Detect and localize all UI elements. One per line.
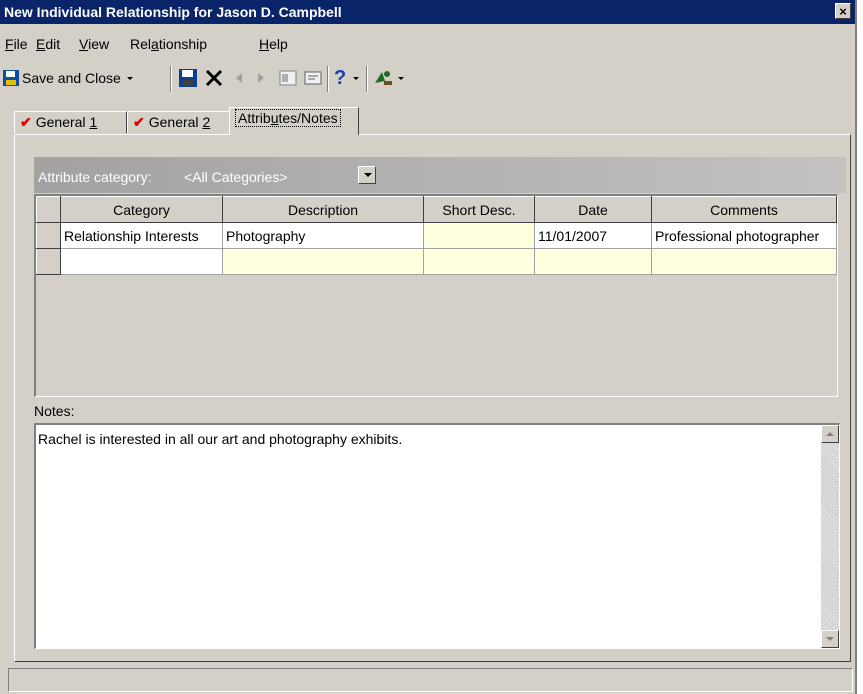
table-row bbox=[36, 248, 837, 275]
arrow-right-icon bbox=[258, 73, 264, 83]
grid-corner bbox=[36, 196, 61, 223]
attribute-category-dropdown[interactable] bbox=[358, 166, 376, 184]
toolbar-separator bbox=[170, 66, 172, 92]
card-button[interactable] bbox=[303, 66, 323, 90]
cell-date[interactable]: 11/01/2007 bbox=[534, 222, 652, 249]
close-button[interactable]: × bbox=[835, 3, 851, 19]
card-icon bbox=[304, 71, 322, 85]
attributes-grid: Category Description Short Desc. Date Co… bbox=[34, 194, 838, 397]
scroll-up-button[interactable] bbox=[821, 425, 839, 443]
previous-button[interactable] bbox=[232, 66, 246, 90]
status-bar bbox=[8, 668, 853, 692]
attribute-category-bar: Attribute category: <All Categories> bbox=[34, 157, 846, 193]
notes-label: Notes: bbox=[34, 403, 75, 419]
next-button[interactable] bbox=[254, 66, 268, 90]
cell-category[interactable]: Relationship Interests bbox=[60, 222, 223, 249]
title-bar: New Individual Relationship for Jason D.… bbox=[0, 0, 855, 24]
scroll-down-button[interactable] bbox=[821, 630, 839, 648]
save-button[interactable] bbox=[178, 66, 198, 90]
cell-description[interactable] bbox=[222, 248, 424, 275]
notes-scrollbar[interactable] bbox=[821, 425, 839, 648]
required-check-icon: ✔ bbox=[133, 114, 145, 130]
toolbar: Save and Close ? bbox=[0, 62, 855, 94]
save-close-icon bbox=[3, 70, 19, 86]
column-header-date[interactable]: Date bbox=[534, 196, 652, 223]
required-check-icon: ✔ bbox=[20, 114, 32, 130]
column-header-category[interactable]: Category bbox=[60, 196, 223, 223]
cell-short-desc[interactable] bbox=[423, 248, 535, 275]
save-icon bbox=[179, 69, 197, 87]
delete-button[interactable] bbox=[204, 66, 224, 90]
save-and-close-label: Save and Close bbox=[22, 70, 121, 86]
menu-relationship[interactable]: Relationship bbox=[130, 36, 207, 52]
help-icon: ? bbox=[334, 66, 347, 89]
help-button[interactable]: ? bbox=[334, 66, 361, 90]
cell-comments[interactable]: Professional photographer bbox=[651, 222, 837, 249]
column-header-description[interactable]: Description bbox=[222, 196, 424, 223]
properties-button[interactable] bbox=[278, 66, 298, 90]
menu-help[interactable]: Help bbox=[259, 36, 288, 52]
chevron-down-icon[interactable] bbox=[351, 73, 361, 83]
cell-comments[interactable] bbox=[651, 248, 837, 275]
tab-general-1[interactable]: ✔ General 1 bbox=[14, 111, 127, 133]
delete-icon bbox=[205, 69, 223, 87]
row-selector[interactable] bbox=[36, 222, 61, 249]
notes-text: Rachel is interested in all our art and … bbox=[38, 431, 403, 447]
menu-file[interactable]: File bbox=[5, 36, 28, 52]
column-header-comments[interactable]: Comments bbox=[651, 196, 837, 223]
attribute-category-label: Attribute category: bbox=[38, 169, 152, 185]
cell-description[interactable]: Photography bbox=[222, 222, 424, 249]
cell-short-desc[interactable] bbox=[423, 222, 535, 249]
wizard-button[interactable] bbox=[372, 66, 406, 90]
toolbar-separator bbox=[327, 66, 329, 92]
menu-edit[interactable]: Edit bbox=[36, 36, 60, 52]
column-header-short-desc[interactable]: Short Desc. bbox=[423, 196, 535, 223]
chevron-down-icon[interactable] bbox=[396, 73, 406, 83]
row-selector[interactable] bbox=[36, 248, 61, 275]
cell-category[interactable] bbox=[60, 248, 223, 275]
table-row: Relationship Interests Photography 11/01… bbox=[36, 222, 837, 249]
cell-date[interactable] bbox=[534, 248, 652, 275]
window-title: New Individual Relationship for Jason D.… bbox=[4, 4, 342, 20]
tab-general-2[interactable]: ✔ General 2 bbox=[127, 111, 231, 133]
toolbar-separator bbox=[366, 66, 368, 92]
save-and-close-button[interactable]: Save and Close bbox=[2, 66, 135, 90]
wizard-icon bbox=[375, 71, 392, 85]
dialog-window: New Individual Relationship for Jason D.… bbox=[0, 0, 857, 694]
properties-icon bbox=[279, 70, 297, 86]
chevron-down-icon[interactable] bbox=[125, 73, 135, 83]
tab-attributes-notes[interactable]: Attributes/Notes bbox=[229, 107, 359, 135]
notes-textarea[interactable]: Rachel is interested in all our art and … bbox=[34, 423, 840, 649]
grid-header-row: Category Description Short Desc. Date Co… bbox=[36, 196, 837, 223]
arrow-left-icon bbox=[236, 73, 242, 83]
menu-bar: File Edit View Relationship Help bbox=[0, 36, 855, 58]
menu-view[interactable]: View bbox=[79, 36, 109, 52]
attribute-category-value[interactable]: <All Categories> bbox=[184, 169, 288, 185]
